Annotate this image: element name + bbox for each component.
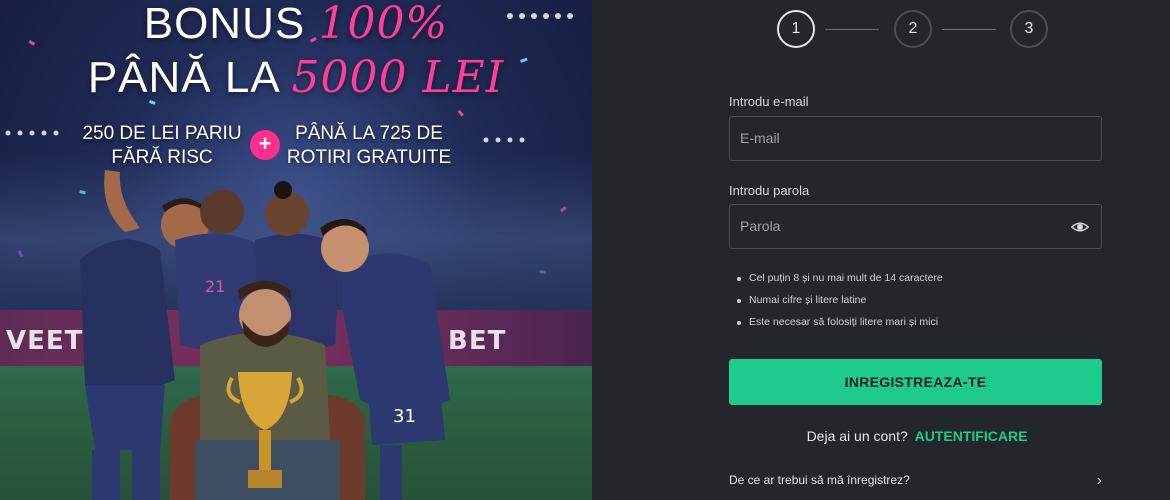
step-connector	[825, 29, 879, 30]
chevron-right-icon: ›	[1096, 472, 1102, 489]
rule-case: Este necesar să folosiți litere mari și …	[737, 316, 943, 338]
promo-banner: VEET BET 21 31 BONUS 100% PÂNĂ LA 5000 L…	[0, 0, 592, 500]
headline-line-1: BONUS 100%	[143, 0, 449, 49]
offer-risk-free-bet: 250 DE LEI PARIU FĂRĂ RISC	[82, 123, 242, 168]
step-connector	[942, 29, 996, 30]
email-label: Introdu e-mail	[729, 94, 809, 109]
eye-icon[interactable]	[1071, 218, 1089, 236]
step-3: 3	[1010, 10, 1048, 48]
offer-free-spins: PÂNĂ LA 725 DE ROTIRI GRATUITE	[286, 123, 452, 168]
players-celebration-image: 21 31	[80, 170, 450, 500]
password-field[interactable]: Parola	[729, 204, 1102, 249]
headline-line-2: PÂNĂ LA 5000 LEI	[87, 52, 505, 103]
register-button[interactable]: INREGISTREAZA-TE	[729, 359, 1102, 405]
registration-stepper: 1 2 3	[777, 10, 1048, 50]
step-1: 1	[777, 10, 815, 48]
step-2: 2	[894, 10, 932, 48]
jersey-number-31: 31	[393, 406, 416, 427]
have-account-text: Deja ai un cont?	[806, 428, 908, 444]
jersey-number-21: 21	[205, 277, 225, 296]
why-register-row[interactable]: De ce ar trebui să mă înregistrez? ›	[729, 472, 1102, 491]
registration-form: 1 2 3 Introdu e-mail E-mail Introdu paro…	[592, 0, 1170, 500]
password-placeholder: Parola	[740, 218, 781, 234]
rule-latin: Numai cifre și litere latine	[737, 294, 943, 316]
rule-length: Cel puțin 8 și nu mai mult de 14 caracte…	[737, 272, 943, 294]
password-rules: Cel puțin 8 și nu mai mult de 14 caracte…	[737, 272, 943, 338]
email-placeholder: E-mail	[740, 130, 780, 146]
plus-icon: +	[250, 130, 280, 160]
login-link[interactable]: AUTENTIFICARE	[915, 428, 1028, 444]
email-field[interactable]: E-mail	[729, 116, 1102, 161]
login-prompt: Deja ai un cont? AUTENTIFICARE	[592, 428, 1170, 444]
password-label: Introdu parola	[729, 183, 810, 198]
why-register-text: De ce ar trebui să mă înregistrez?	[729, 473, 910, 487]
